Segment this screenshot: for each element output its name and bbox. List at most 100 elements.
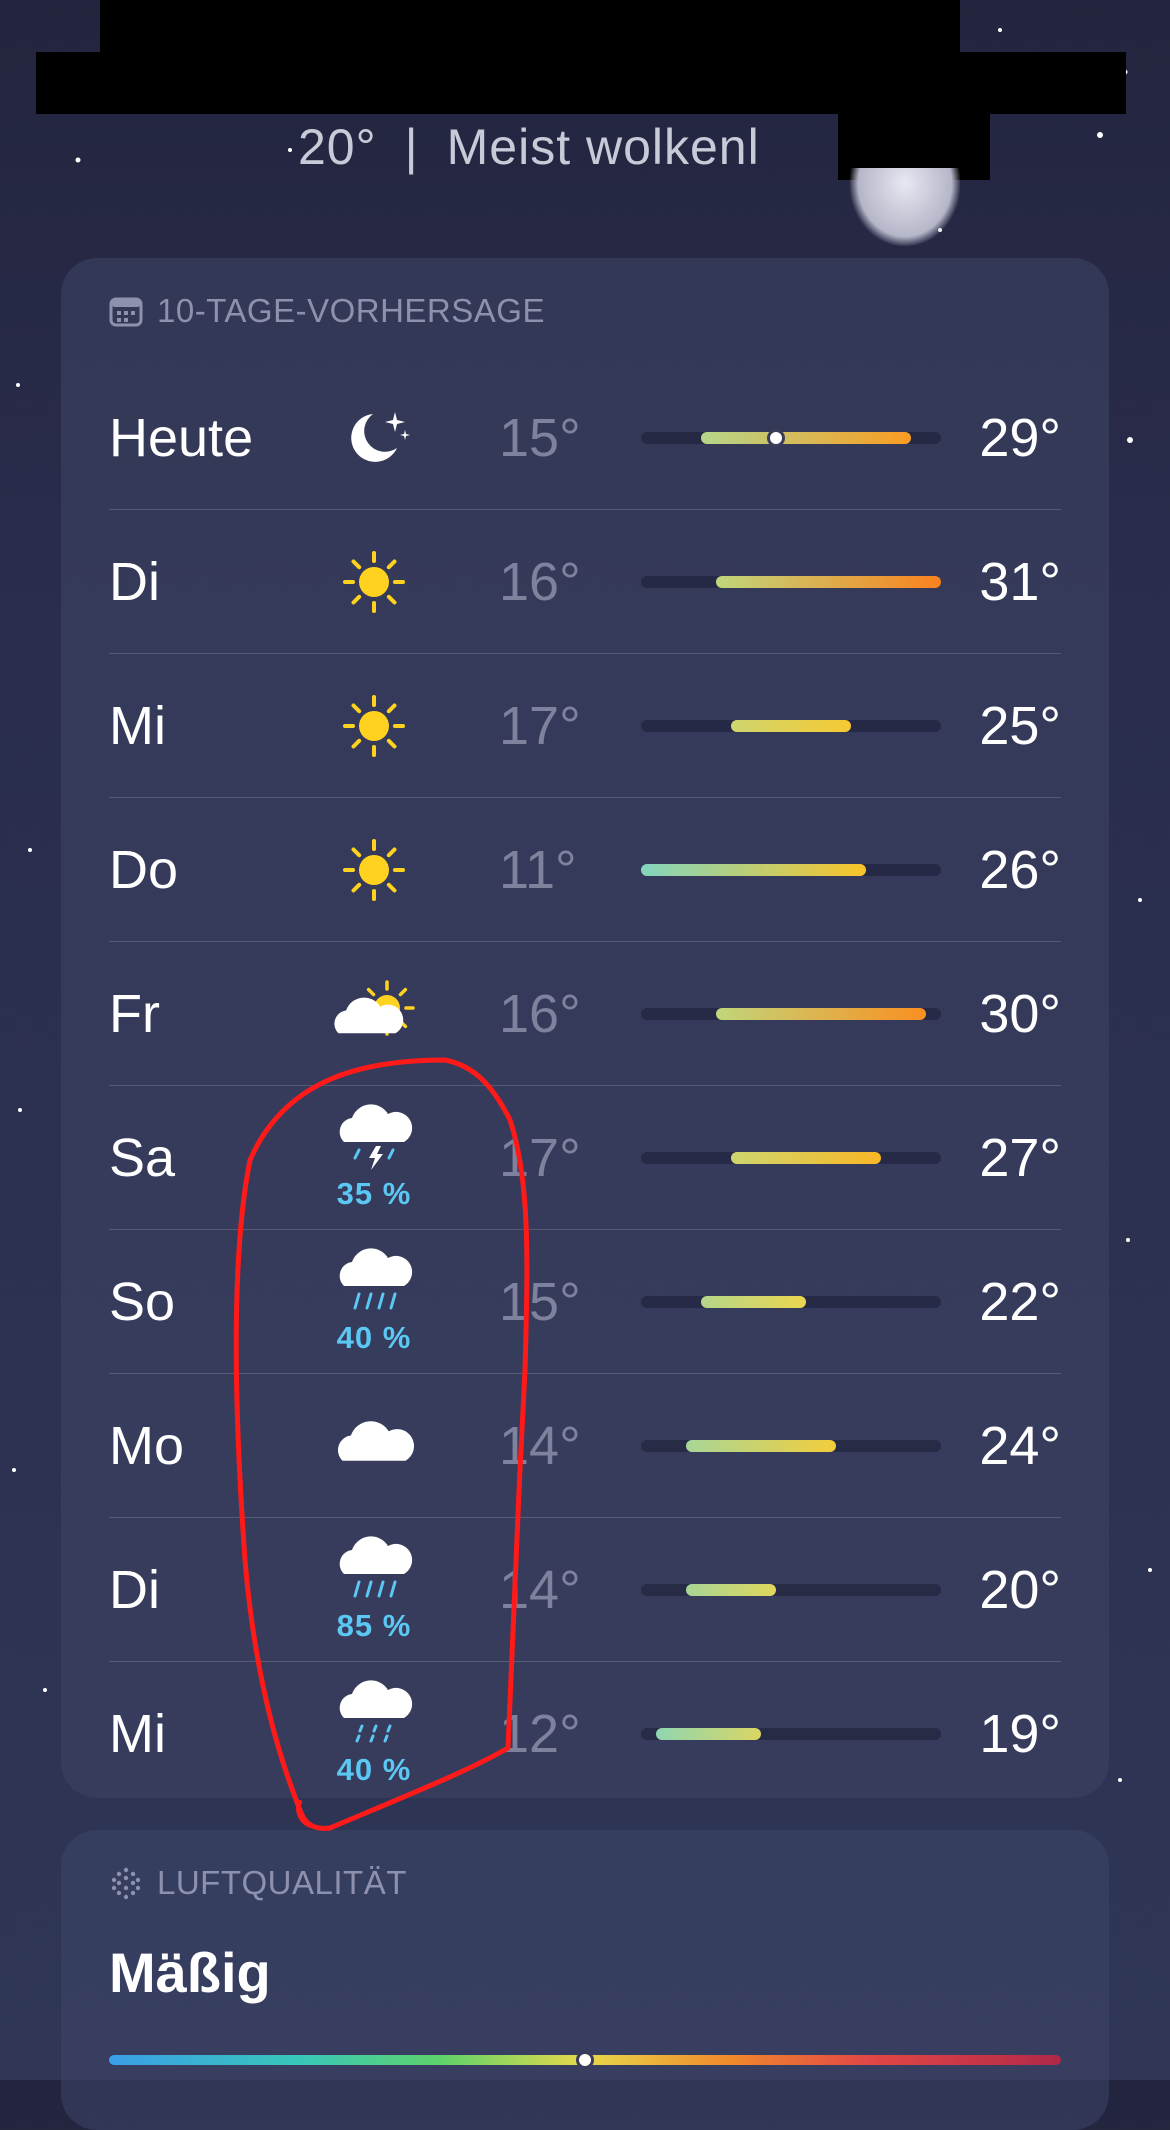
moon-stars-icon — [351, 412, 410, 462]
low-temp: 17° — [499, 1128, 581, 1188]
high-temp: 20° — [979, 1560, 1061, 1620]
forecast-row[interactable]: Di 16° 31° — [109, 510, 1061, 654]
temp-range-bar — [641, 429, 941, 447]
sun-icon — [343, 839, 405, 901]
weather-icon-wrap — [329, 402, 419, 474]
temp-range-fill — [701, 432, 911, 444]
forecast-row[interactable]: Mi 40 % 12° 19° — [109, 1662, 1061, 1806]
temp-range-fill — [716, 1008, 926, 1020]
temp-range-fill — [656, 1728, 761, 1740]
weather-icon-wrap: 40 % — [329, 1680, 419, 1788]
high-temp: 26° — [979, 840, 1061, 900]
temp-range-bar — [641, 1152, 941, 1164]
air-quality-card[interactable]: LUFTQUALITÄT Mäßig — [61, 1830, 1109, 2130]
forecast-row[interactable]: Fr 16° 30° — [109, 942, 1061, 1086]
moon-image — [850, 168, 960, 246]
forecast-day: Heute — [109, 408, 254, 468]
current-condition: Meist wolkenl — [446, 119, 760, 175]
high-temp: 29° — [979, 408, 1061, 468]
precip-chance: 35 % — [336, 1176, 412, 1211]
cloud-icon — [337, 1421, 415, 1461]
forecast-row[interactable]: Sa 35 % 17° 27° — [109, 1086, 1061, 1230]
redacted-location-top — [100, 0, 960, 56]
temp-range-fill — [686, 1584, 776, 1596]
temp-range-fill — [686, 1440, 836, 1452]
low-temp: 17° — [499, 696, 581, 756]
temp-range-fill — [716, 576, 941, 588]
air-quality-scale — [109, 2051, 1061, 2069]
forecast-row[interactable]: So 40 % 15° 22° — [109, 1230, 1061, 1374]
current-temp: 20° — [298, 119, 377, 175]
ten-day-forecast-card[interactable]: 10-TAGE-VORHERSAGE Heute 15° 29° Di 16° … — [61, 258, 1109, 1798]
low-temp: 16° — [499, 552, 581, 612]
forecast-day: Di — [109, 1560, 160, 1620]
high-temp: 25° — [979, 696, 1061, 756]
low-temp: 14° — [499, 1560, 581, 1620]
low-temp: 11° — [499, 840, 577, 900]
weather-icon-wrap: 35 % — [329, 1104, 419, 1212]
temp-range-fill — [641, 864, 866, 876]
temp-range-fill — [731, 720, 851, 732]
weather-icon-wrap — [329, 1410, 419, 1482]
drizzle-cloud-icon — [339, 1680, 413, 1743]
air-quality-header-label: LUFTQUALITÄT — [157, 1864, 407, 1901]
precip-chance: 40 % — [336, 1320, 412, 1355]
sun-icon — [343, 551, 405, 613]
low-temp: 14° — [499, 1416, 581, 1476]
precip-chance: 40 % — [336, 1752, 412, 1787]
forecast-day: Mi — [109, 696, 166, 756]
sun-behind-cloud-icon — [334, 980, 415, 1036]
weather-icon-wrap: 40 % — [329, 1248, 419, 1356]
temp-range-bar — [641, 576, 941, 588]
high-temp: 31° — [979, 552, 1061, 612]
weather-icon-wrap — [329, 546, 419, 618]
high-temp: 30° — [979, 984, 1061, 1044]
weather-icon-wrap — [329, 690, 419, 762]
precip-chance: 85 % — [336, 1608, 412, 1643]
temp-range-bar — [641, 1728, 941, 1740]
weather-icon-wrap — [329, 978, 419, 1050]
forecast-day: So — [109, 1272, 176, 1332]
thunderstorm-icon — [339, 1104, 413, 1170]
forecast-header-label: 10-TAGE-VORHERSAGE — [157, 292, 545, 329]
forecast-row[interactable]: Do 11° 26° — [109, 798, 1061, 942]
forecast-row[interactable]: Heute 15° 29° — [109, 366, 1061, 510]
forecast-day: Fr — [109, 984, 160, 1044]
forecast-day: Mo — [109, 1416, 185, 1476]
forecast-day: Sa — [109, 1128, 176, 1188]
temp-range-fill — [701, 1296, 806, 1308]
calendar-icon — [109, 297, 143, 327]
air-quality-indicator — [576, 2051, 594, 2069]
low-temp: 16° — [499, 984, 581, 1044]
forecast-header: 10-TAGE-VORHERSAGE — [109, 292, 545, 330]
forecast-day: Di — [109, 552, 160, 612]
rain-cloud-icon — [339, 1248, 413, 1310]
low-temp: 15° — [499, 1272, 581, 1332]
forecast-row[interactable]: Di 85 % 14° 20° — [109, 1518, 1061, 1662]
temp-range-bar — [641, 1008, 941, 1020]
temp-range-bar — [641, 1584, 941, 1596]
current-conditions: 20° | Meist wolkenl — [0, 118, 1170, 176]
air-quality-value: Mäßig — [109, 1941, 271, 2004]
temp-range-bar — [641, 864, 941, 876]
sun-icon — [343, 695, 405, 757]
redacted-location — [36, 52, 1126, 114]
forecast-day: Do — [109, 840, 179, 900]
low-temp: 15° — [499, 408, 581, 468]
high-temp: 22° — [979, 1272, 1061, 1332]
rain-cloud-icon — [339, 1536, 413, 1598]
high-temp: 27° — [979, 1128, 1061, 1188]
high-temp: 19° — [979, 1704, 1061, 1764]
forecast-day: Mi — [109, 1704, 166, 1764]
forecast-row[interactable]: Mi 17° 25° — [109, 654, 1061, 798]
temp-range-bar — [641, 720, 941, 732]
air-quality-header: LUFTQUALITÄT — [109, 1864, 407, 1902]
current-temp-indicator — [767, 429, 785, 447]
weather-icon-wrap — [329, 834, 419, 906]
temp-range-fill — [731, 1152, 881, 1164]
air-quality-icon — [111, 1867, 141, 1900]
temp-range-bar — [641, 1440, 941, 1452]
forecast-row[interactable]: Mo 14° 24° — [109, 1374, 1061, 1518]
high-temp: 24° — [979, 1416, 1061, 1476]
weather-icon-wrap: 85 % — [329, 1536, 419, 1644]
